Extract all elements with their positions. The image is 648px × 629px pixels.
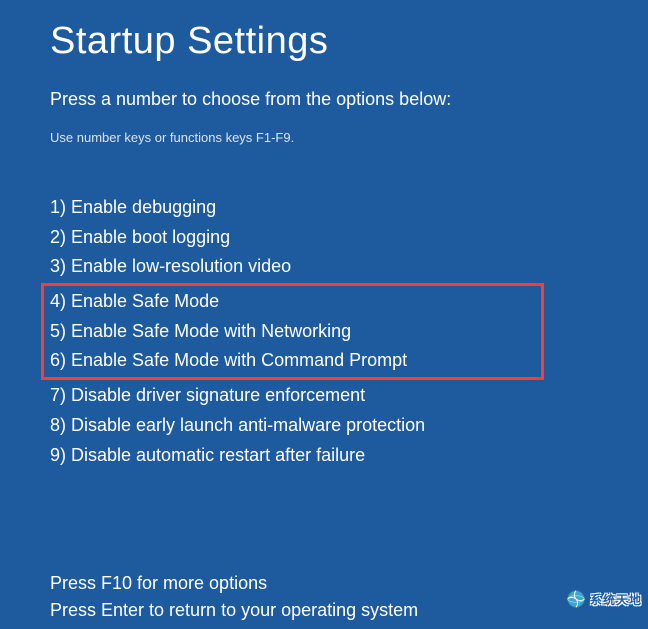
option-5[interactable]: 5) Enable Safe Mode with Networking xyxy=(50,317,407,347)
subtitle: Press a number to choose from the option… xyxy=(50,89,598,110)
option-8[interactable]: 8) Disable early launch anti-malware pro… xyxy=(50,411,598,441)
option-9[interactable]: 9) Disable automatic restart after failu… xyxy=(50,441,598,471)
page-title: Startup Settings xyxy=(50,20,598,63)
footer-enter: Press Enter to return to your operating … xyxy=(50,597,598,624)
option-7[interactable]: 7) Disable driver signature enforcement xyxy=(50,381,598,411)
option-8-text: 8) Disable early launch anti-malware pro… xyxy=(50,415,425,435)
option-7-text: 7) Disable driver signature enforcement xyxy=(50,385,365,405)
boot-options-list: 1) Enable debugging 2) Enable boot loggi… xyxy=(50,193,598,470)
option-1[interactable]: 1) Enable debugging xyxy=(50,193,598,223)
option-4[interactable]: 4) Enable Safe Mode xyxy=(50,287,407,317)
option-6-text: 6) Enable Safe Mode with Command Prompt xyxy=(50,350,407,370)
option-2[interactable]: 2) Enable boot logging xyxy=(50,223,598,253)
startup-settings-screen: Startup Settings Press a number to choos… xyxy=(0,0,648,624)
watermark-text: 系统天地 xyxy=(590,591,642,608)
option-3[interactable]: 3) Enable low-resolution video xyxy=(50,252,598,282)
footer-f10: Press F10 for more options xyxy=(50,570,598,597)
globe-icon xyxy=(566,589,586,609)
key-hint: Use number keys or functions keys F1-F9. xyxy=(50,130,598,145)
watermark: 系统天地 xyxy=(566,589,642,609)
option-5-text: 5) Enable Safe Mode with Networking xyxy=(50,321,351,341)
option-4-text: 4) Enable Safe Mode xyxy=(50,291,219,311)
safe-mode-highlight-box: 4) Enable Safe Mode 5) Enable Safe Mode … xyxy=(41,283,544,380)
footer-instructions: Press F10 for more options Press Enter t… xyxy=(50,570,598,624)
option-1-text: 1) Enable debugging xyxy=(50,197,216,217)
option-3-text: 3) Enable low-resolution video xyxy=(50,256,291,276)
option-6[interactable]: 6) Enable Safe Mode with Command Prompt xyxy=(50,346,407,376)
option-2-text: 2) Enable boot logging xyxy=(50,227,230,247)
option-9-text: 9) Disable automatic restart after failu… xyxy=(50,445,365,465)
